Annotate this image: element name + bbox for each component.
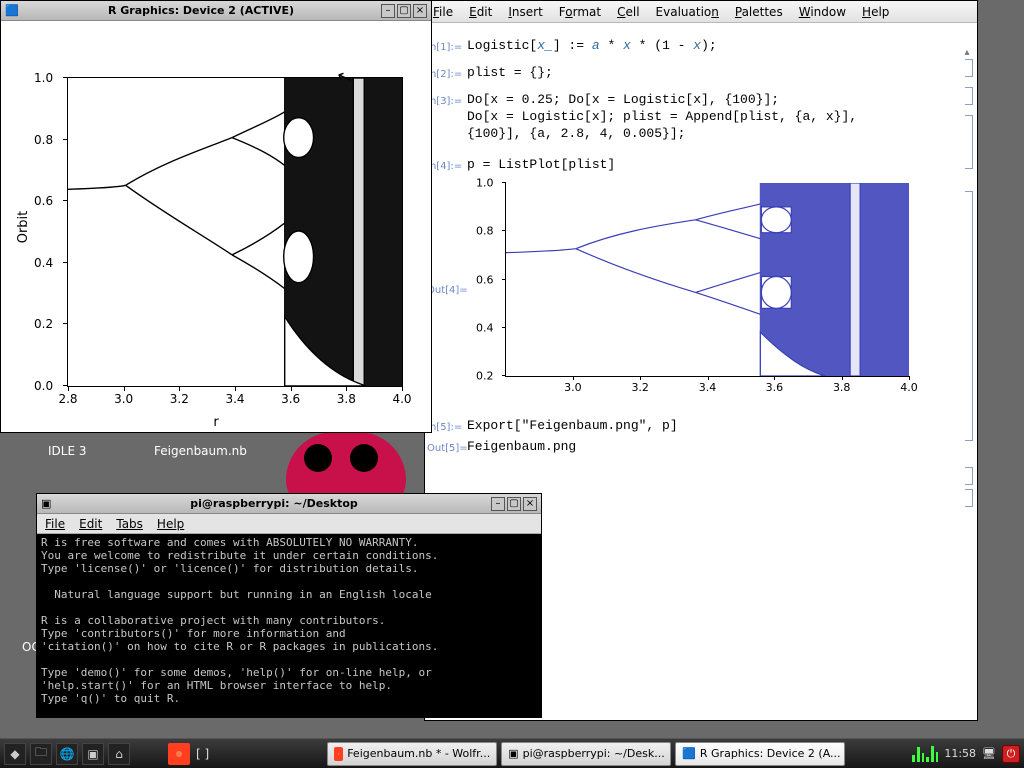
desktop-icon-feigen[interactable]: Feigenbaum.nb bbox=[154, 444, 247, 458]
filemanager-icon[interactable]: 🗀 bbox=[30, 743, 52, 765]
terminal-icon: ▣ bbox=[508, 747, 518, 760]
in-label-5: In[5]:= bbox=[427, 419, 462, 436]
term-title: pi@raspberrypi: ~/Desktop bbox=[59, 497, 489, 510]
workspace-indicator[interactable]: [ ] bbox=[196, 747, 209, 761]
menu-edit[interactable]: Edit bbox=[469, 5, 492, 19]
in-label-2: In[2]:= bbox=[427, 66, 462, 83]
term-menu-tabs[interactable]: Tabs bbox=[116, 517, 143, 531]
menu-format[interactable]: Format bbox=[559, 5, 601, 19]
minimize-button[interactable]: – bbox=[381, 4, 395, 18]
cell-bracket[interactable] bbox=[965, 115, 973, 169]
r-plot-frame: 0.0 0.2 0.4 0.6 0.8 1.0 2.8 3.0 3.2 3.4 … bbox=[67, 77, 403, 387]
cpu-meter-icon[interactable] bbox=[912, 746, 938, 762]
desktop-icon-idle[interactable]: IDLE 3 bbox=[48, 444, 87, 458]
out-label-4: Out[4]= bbox=[427, 285, 468, 296]
scroll-up-icon[interactable]: ▴ bbox=[961, 47, 973, 59]
menu-evaluation[interactable]: Evaluation bbox=[656, 5, 719, 19]
task-feigenbaum[interactable]: Feigenbaum.nb * - Wolfr... bbox=[327, 742, 497, 766]
r-app-icon: 🟦 bbox=[5, 4, 19, 18]
maximize-button[interactable]: ▢ bbox=[397, 4, 411, 18]
browser-icon[interactable]: 🌐 bbox=[56, 743, 78, 765]
cell-2[interactable]: plist = {}; bbox=[467, 65, 553, 80]
task-terminal[interactable]: ▣ pi@raspberrypi: ~/Desk... bbox=[501, 742, 671, 766]
in-label-1: In[1]:= bbox=[427, 39, 462, 56]
clock[interactable]: 11:58 bbox=[944, 747, 976, 760]
terminal-output[interactable]: R is free software and comes with ABSOLU… bbox=[37, 534, 541, 717]
menu-file[interactable]: File bbox=[433, 5, 453, 19]
term-menubar: File Edit Tabs Help bbox=[37, 514, 541, 534]
listplot-output: Out[4]= bbox=[467, 177, 937, 401]
math-menubar: File Edit Insert Format Cell Evaluation … bbox=[425, 1, 977, 23]
taskbar: ◆ 🗀 🌐 ▣ ⌂ [ ] Feigenbaum.nb * - Wolfr...… bbox=[0, 738, 1024, 768]
cell-4[interactable]: p = ListPlot[plist] bbox=[467, 157, 615, 172]
menu-help[interactable]: Help bbox=[862, 5, 889, 19]
r-icon: 🟦 bbox=[682, 747, 696, 760]
in-label-4: In[4]:= bbox=[427, 158, 462, 175]
lock-icon[interactable]: 🖥 bbox=[982, 747, 996, 760]
cell-bracket[interactable] bbox=[965, 467, 973, 485]
cell-3[interactable]: Do[x = 0.25; Do[x = Logistic[x], {100}];… bbox=[467, 91, 957, 142]
cell-out5: Feigenbaum.png bbox=[467, 439, 576, 454]
maximize-button[interactable]: ▢ bbox=[507, 497, 521, 511]
mathematica-icon bbox=[334, 747, 343, 761]
close-button[interactable]: × bbox=[413, 4, 427, 18]
y-axis-label: Orbit bbox=[16, 210, 31, 243]
cell-5[interactable]: Export["Feigenbaum.png", p] bbox=[467, 418, 678, 433]
term-titlebar[interactable]: ▣ pi@raspberrypi: ~/Desktop – ▢ × bbox=[37, 494, 541, 514]
in-label-3: In[3]:= bbox=[427, 93, 462, 110]
cell-bracket[interactable] bbox=[965, 191, 973, 441]
task-rgraphics[interactable]: 🟦 R Graphics: Device 2 (A... bbox=[675, 742, 845, 766]
minimize-button[interactable]: – bbox=[491, 497, 505, 511]
term-menu-file[interactable]: File bbox=[45, 517, 65, 531]
show-desktop-icon[interactable]: ⌂ bbox=[108, 743, 130, 765]
r-plot-area: Orbit r ↖ bbox=[1, 21, 431, 432]
bifurcation-plot-blue bbox=[506, 183, 909, 376]
power-button[interactable]: ⏻ bbox=[1002, 745, 1020, 763]
cell-1[interactable]: Logistic[x_] := a * x * (1 - x); bbox=[467, 38, 717, 53]
terminal-window: ▣ pi@raspberrypi: ~/Desktop – ▢ × File E… bbox=[36, 493, 542, 718]
menu-insert[interactable]: Insert bbox=[508, 5, 542, 19]
menu-cell[interactable]: Cell bbox=[617, 5, 639, 19]
r-title: R Graphics: Device 2 (ACTIVE) bbox=[23, 4, 379, 17]
terminal-icon: ▣ bbox=[41, 497, 55, 511]
mathematica-launcher-icon[interactable] bbox=[168, 743, 190, 765]
start-menu-icon[interactable]: ◆ bbox=[4, 743, 26, 765]
x-axis-label: r bbox=[213, 415, 218, 430]
bifurcation-plot-black bbox=[68, 78, 402, 386]
term-menu-edit[interactable]: Edit bbox=[79, 517, 102, 531]
system-tray: 11:58 🖥 ⏻ bbox=[912, 743, 1020, 765]
menu-palettes[interactable]: Palettes bbox=[735, 5, 783, 19]
close-button[interactable]: × bbox=[523, 497, 537, 511]
cell-bracket[interactable] bbox=[965, 59, 973, 77]
menu-window[interactable]: Window bbox=[799, 5, 846, 19]
r-graphics-window: 🟦 R Graphics: Device 2 (ACTIVE) – ▢ × Or… bbox=[0, 0, 432, 433]
term-menu-help[interactable]: Help bbox=[157, 517, 184, 531]
r-titlebar[interactable]: 🟦 R Graphics: Device 2 (ACTIVE) – ▢ × bbox=[1, 1, 431, 21]
terminal-launch-icon[interactable]: ▣ bbox=[82, 743, 104, 765]
cell-bracket[interactable] bbox=[965, 489, 973, 507]
out-label-5: Out[5]= bbox=[427, 440, 468, 457]
cell-bracket[interactable] bbox=[965, 87, 973, 105]
